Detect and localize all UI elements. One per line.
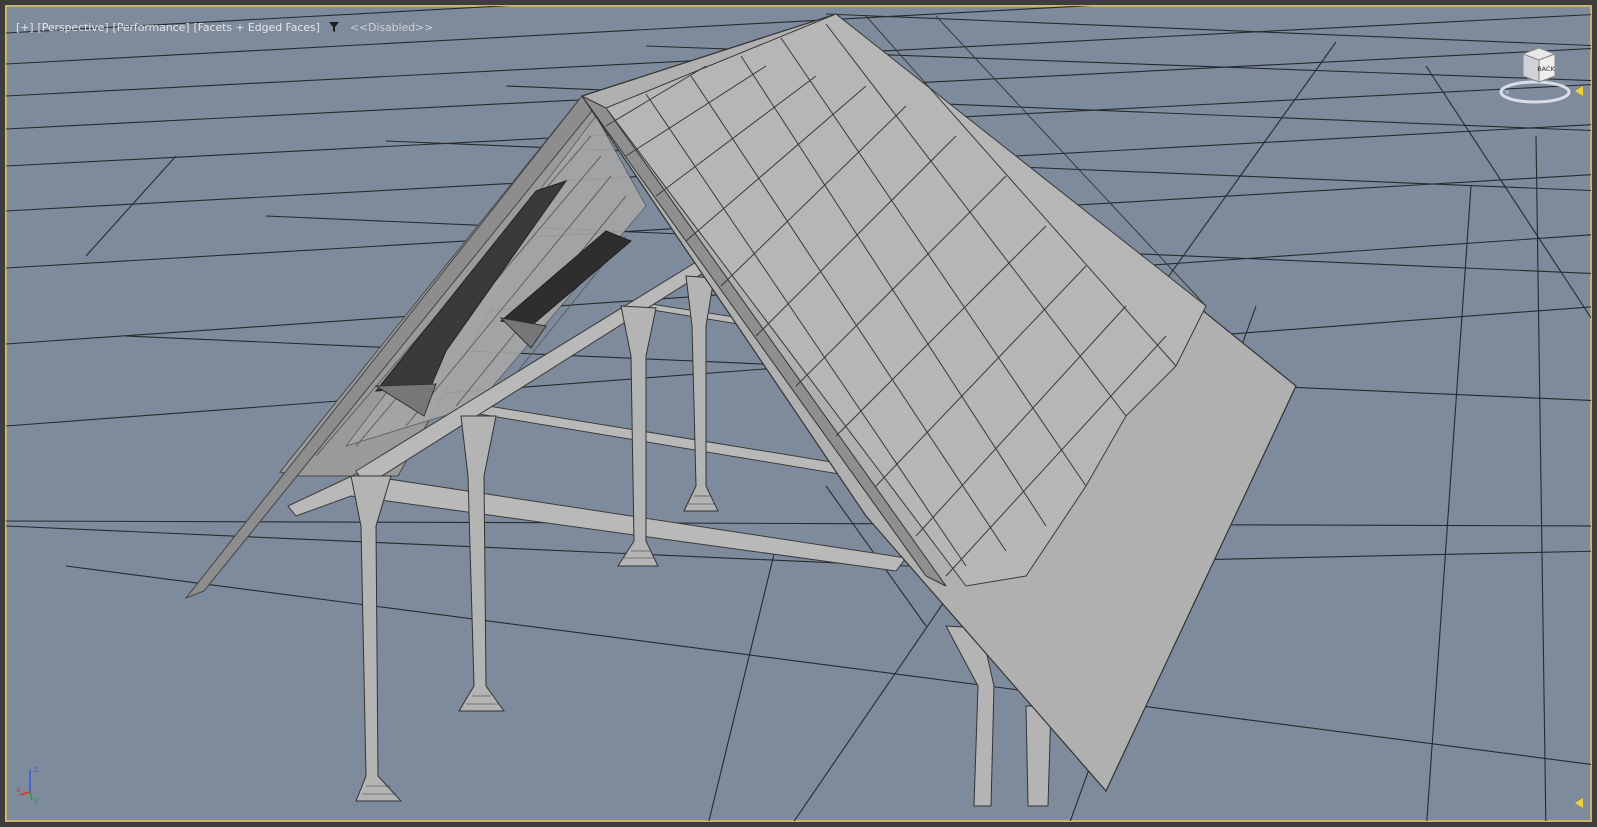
funnel-icon[interactable] — [328, 21, 340, 33]
shading-mode-label[interactable]: [Facets + Edged Faces] — [194, 21, 320, 34]
axis-tripod-icon: z x y — [16, 765, 39, 804]
scene-canvas[interactable] — [6, 6, 1597, 827]
filter-state-label[interactable]: <<Disabled>> — [350, 21, 434, 34]
performance-mode-label[interactable]: [Performance] — [113, 21, 190, 34]
axis-x-label: x — [16, 785, 21, 794]
viewport-edge-marker-bottom — [1575, 798, 1583, 808]
viewcube-face-label: BACK — [1537, 65, 1555, 73]
axis-z-label: z — [34, 765, 38, 774]
point-of-view-label[interactable]: [Perspective] — [38, 21, 109, 34]
column-mesh — [362, 495, 714, 795]
axis-y-label: y — [34, 796, 39, 804]
viewport-plus-menu[interactable]: [+] — [16, 21, 34, 34]
perspective-viewport[interactable]: [+] [Perspective] [Performance] [Facets … — [0, 0, 1597, 827]
viewcube-icon[interactable]: BACK — [1493, 42, 1573, 112]
viewport-edge-marker-top — [1575, 86, 1583, 96]
viewport-label-menu: [+] [Perspective] [Performance] [Facets … — [16, 19, 437, 35]
